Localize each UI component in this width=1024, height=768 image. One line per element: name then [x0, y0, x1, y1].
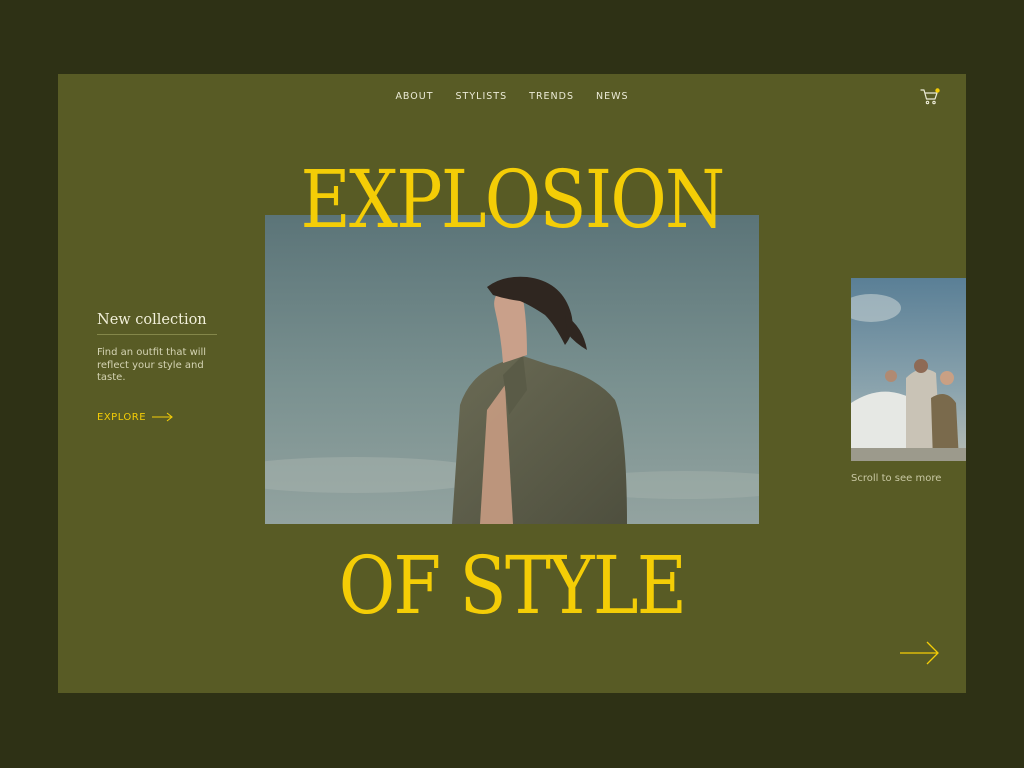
cart-badge [935, 88, 940, 93]
new-collection-block: New collection Find an outfit that will … [97, 312, 217, 423]
cart-icon [920, 88, 940, 105]
collection-description: Find an outfit that will reflect your st… [97, 347, 207, 383]
hero-photo [265, 215, 759, 524]
explore-link[interactable]: EXPLORE [97, 412, 217, 423]
nav-trends[interactable]: TRENDS [529, 91, 574, 102]
collection-title: New collection [97, 312, 217, 335]
headline-line-1: EXPLOSION [300, 153, 725, 246]
explore-label: EXPLORE [97, 411, 147, 423]
main-nav: ABOUT STYLISTS TRENDS NEWS [58, 91, 966, 102]
landing-page-frame: ABOUT STYLISTS TRENDS NEWS EXPLOSION OF … [58, 74, 966, 693]
next-slide-button[interactable] [900, 640, 940, 671]
nav-news[interactable]: NEWS [596, 91, 629, 102]
nav-stylists[interactable]: STYLISTS [456, 91, 508, 102]
arrow-right-icon [900, 641, 939, 665]
cart-button[interactable] [920, 88, 940, 106]
side-preview-photo[interactable] [851, 278, 966, 461]
scroll-hint: Scroll to see more [851, 473, 942, 484]
nav-about[interactable]: ABOUT [395, 91, 433, 102]
headline-line-2: OF STYLE [338, 539, 687, 632]
arrow-right-icon [152, 412, 173, 422]
